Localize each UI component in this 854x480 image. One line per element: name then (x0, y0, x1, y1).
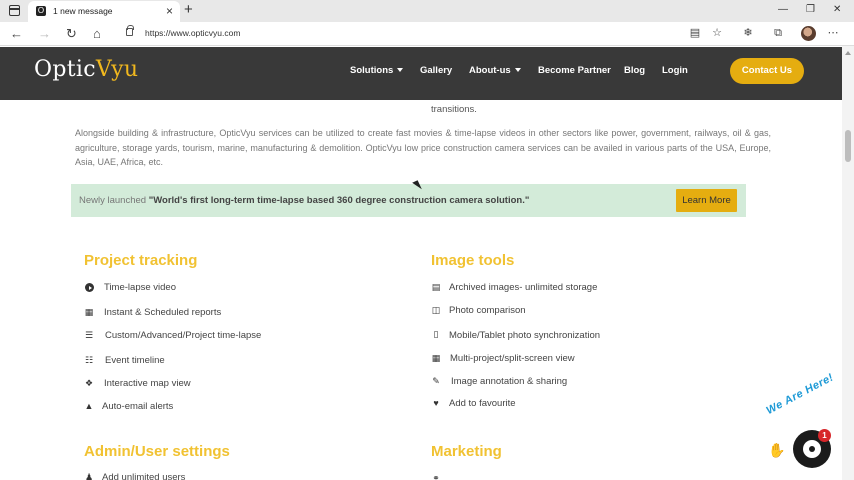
extensions-icon[interactable]: ❄ (742, 27, 754, 39)
timeline-icon: ☷ (84, 355, 94, 365)
add-user-icon: ♟ (84, 472, 94, 480)
sectors-paragraph: Alongside building & infrastructure, Opt… (75, 128, 771, 167)
url-input[interactable]: https://www.opticvyu.com (118, 24, 678, 43)
feature-item: Mobile/Tablet photo synchronization (449, 330, 601, 341)
home-icon[interactable]: ⌂ (93, 25, 101, 42)
favorite-star-icon[interactable]: ☆ (711, 27, 723, 39)
contact-us-button[interactable]: Contact Us (730, 58, 804, 84)
feature-item: Image annotation & sharing (451, 376, 568, 387)
feature-item: Auto-email alerts (102, 401, 174, 412)
page-scrollbar[interactable] (842, 46, 854, 480)
we-are-here-badge: We Are Here! (764, 371, 836, 417)
new-tab-icon[interactable]: + (184, 1, 193, 19)
heart-icon: ♥ (433, 398, 439, 408)
feature-item: Event timeline (105, 355, 165, 366)
logo-vyu-text: Vyu (95, 57, 139, 82)
site-header: OpticVyu Solutions Gallery About-us Beco… (0, 47, 854, 100)
learn-more-button[interactable]: Learn More (676, 189, 737, 212)
feature-item: Custom/Advanced/Project time-lapse (105, 330, 262, 341)
banner-text: Newly launched "World's first long-term … (79, 195, 529, 206)
chat-bubble-icon (803, 440, 821, 458)
nav-about-label: About-us (469, 65, 511, 76)
forward-icon[interactable]: → (38, 25, 51, 42)
section-title-project-tracking: Project tracking (84, 252, 198, 269)
feature-item: Time-lapse video (104, 282, 176, 293)
chevron-down-icon (514, 68, 521, 73)
nav-solutions-label: Solutions (350, 65, 394, 76)
tab-close-icon[interactable]: × (166, 4, 173, 18)
browser-tab[interactable]: O 1 new message × (28, 1, 180, 22)
feature-item: Add to favourite (449, 398, 516, 409)
launch-banner: Newly launched "World's first long-term … (71, 184, 746, 217)
section-title-admin-settings: Admin/User settings (84, 443, 230, 460)
marketing-icon: ⚭ (432, 473, 440, 480)
archive-icon: ▤ (431, 282, 441, 292)
scroll-up-icon[interactable] (845, 51, 851, 55)
pencil-icon: ✎ (432, 376, 440, 386)
tab-title: 1 new message (53, 6, 113, 16)
nav-become-partner[interactable]: Become Partner (538, 65, 611, 76)
feature-item: Interactive map view (104, 378, 191, 389)
logo-optic-text: Optic (34, 57, 96, 82)
chevron-down-icon (397, 68, 404, 73)
browser-address-bar: ← → ↻ ⌂ https://www.opticvyu.com ▤ ☆ ❄ ⧉… (0, 22, 854, 46)
tab-actions-icon[interactable] (9, 5, 20, 16)
report-icon: ▦ (84, 307, 94, 317)
maximize-icon[interactable]: ❐ (806, 3, 815, 17)
nav-login[interactable]: Login (662, 65, 688, 76)
banner-highlight: "World's first long-term time-lapse base… (148, 195, 530, 206)
section-title-image-tools: Image tools (431, 252, 515, 269)
opticvyu-logo[interactable]: OpticVyu (34, 57, 138, 82)
nav-about[interactable]: About-us (469, 65, 521, 76)
collections-icon[interactable]: ⧉ (772, 27, 784, 39)
read-aloud-icon[interactable]: ▤ (689, 27, 701, 39)
bell-icon: ▲ (84, 401, 94, 411)
feature-item: Add unlimited users (102, 472, 186, 480)
compare-icon: ◫ (431, 305, 441, 315)
scrollbar-thumb[interactable] (845, 130, 851, 162)
grid-icon: ▦ (431, 353, 441, 363)
feature-item: Photo comparison (449, 305, 526, 316)
transitions-text: transitions. (431, 104, 477, 115)
back-icon[interactable]: ← (10, 25, 23, 42)
tab-favicon-icon: O (36, 6, 46, 16)
section-title-marketing: Marketing (431, 443, 502, 460)
window-close-icon[interactable]: ✕ (833, 3, 841, 17)
feature-item: Instant & Scheduled reports (104, 307, 222, 318)
map-icon: ❖ (84, 378, 94, 388)
play-circle-icon (85, 283, 94, 292)
minimize-icon[interactable]: — (778, 3, 788, 17)
lock-icon (126, 25, 134, 36)
wave-hand-icon: ✋ (768, 442, 786, 458)
mobile-icon: ▯ (433, 329, 439, 339)
chat-unread-badge: 1 (818, 429, 831, 442)
feature-item: Multi-project/split-screen view (450, 353, 575, 364)
profile-avatar[interactable] (801, 26, 816, 41)
nav-gallery[interactable]: Gallery (420, 65, 452, 76)
nav-blog[interactable]: Blog (624, 65, 645, 76)
browser-tab-bar: O 1 new message × + — ❐ ✕ (0, 0, 854, 22)
banner-prefix: Newly launched (79, 195, 149, 206)
feature-item: Archived images- unlimited storage (449, 282, 598, 293)
refresh-icon[interactable]: ↻ (66, 25, 77, 42)
url-text: https://www.opticvyu.com (145, 28, 241, 38)
nav-solutions[interactable]: Solutions (350, 65, 404, 76)
more-menu-icon[interactable]: ⋯ (827, 27, 839, 39)
list-icon: ☰ (84, 330, 94, 340)
